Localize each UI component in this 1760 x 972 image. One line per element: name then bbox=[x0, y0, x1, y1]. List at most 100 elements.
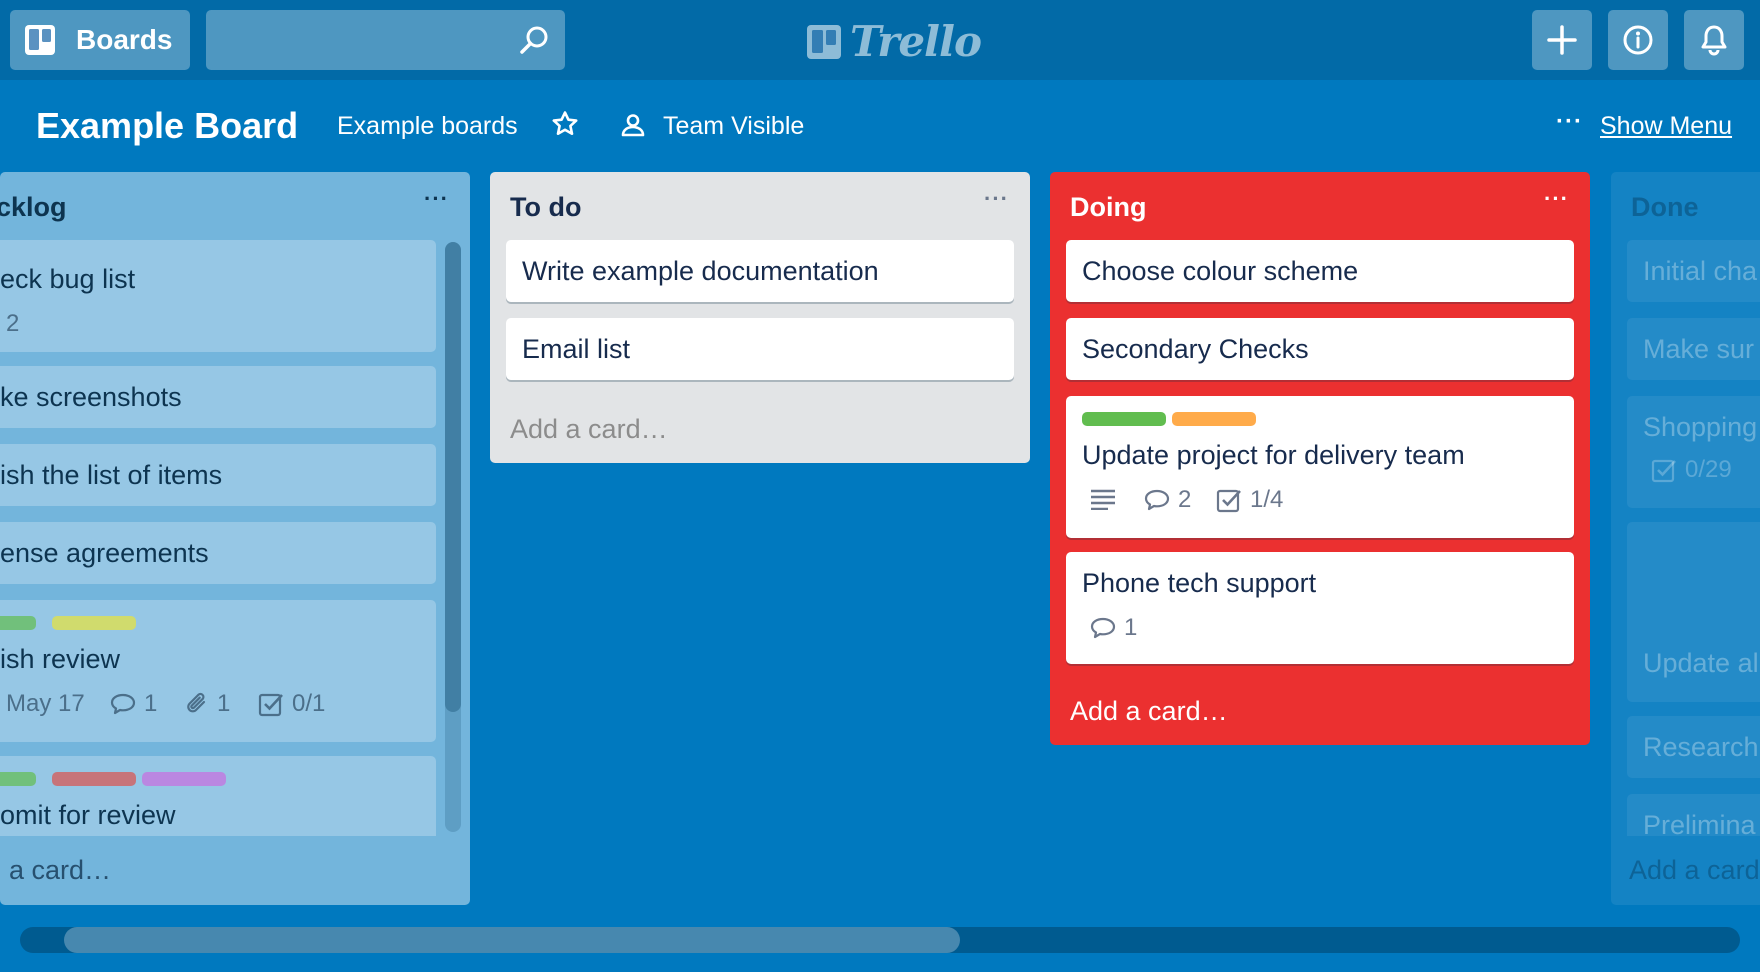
board-scrollbar[interactable] bbox=[20, 927, 1740, 953]
list-scrollbar[interactable] bbox=[445, 242, 461, 832]
list-backlog: cklog ··· eck bug list 2 ke screenshots … bbox=[0, 172, 470, 905]
card-title: ense agreements bbox=[0, 538, 209, 568]
card-attachments-badge: 1 bbox=[185, 690, 230, 718]
card[interactable]: ish the list of items bbox=[0, 444, 436, 506]
board-scrollbar-thumb[interactable] bbox=[64, 927, 960, 953]
board-title[interactable]: Example Board bbox=[36, 105, 298, 147]
trello-logo-icon bbox=[807, 24, 841, 59]
card[interactable]: ense agreements bbox=[0, 522, 436, 584]
card-due-badge: May 17 bbox=[6, 690, 85, 717]
checklist-icon bbox=[258, 693, 283, 717]
card-title: Update al bbox=[1643, 648, 1759, 678]
visibility-button[interactable]: Team Visible bbox=[663, 112, 804, 141]
menu-dots-icon[interactable]: ··· bbox=[1556, 108, 1583, 136]
card-checklist-count: 0/29 bbox=[1685, 456, 1732, 483]
card-title: Email list bbox=[522, 334, 631, 364]
card[interactable]: Update project for delivery team 2 1/4 bbox=[1066, 396, 1574, 538]
add-card-button[interactable]: a card… bbox=[9, 855, 111, 886]
card-label bbox=[52, 616, 136, 630]
info-button[interactable] bbox=[1608, 10, 1668, 70]
description-icon bbox=[1090, 488, 1124, 510]
card-label bbox=[142, 772, 226, 786]
card-title: Update project for delivery team bbox=[1082, 440, 1465, 470]
card[interactable]: Update al bbox=[1627, 522, 1760, 702]
card-title: Secondary Checks bbox=[1082, 334, 1309, 364]
card-title: Shopping bbox=[1643, 412, 1758, 442]
card-label bbox=[0, 772, 36, 786]
card[interactable]: omit for review bbox=[0, 756, 436, 836]
card[interactable]: Secondary Checks bbox=[1066, 318, 1574, 380]
trello-logo[interactable]: Trello bbox=[806, 17, 982, 66]
list-menu-icon[interactable]: ··· bbox=[984, 186, 1009, 212]
card[interactable]: Phone tech support 1 bbox=[1066, 552, 1574, 664]
comment-icon bbox=[110, 693, 136, 715]
card-checklist-count: 1/4 bbox=[1250, 486, 1284, 513]
card-title: Prelimina bbox=[1643, 810, 1756, 840]
add-card-button[interactable]: Add a card… bbox=[510, 414, 668, 445]
card[interactable]: ke screenshots bbox=[0, 366, 436, 428]
list-done: Done Initial cha Make sur Shopping 0/29 … bbox=[1611, 172, 1760, 905]
show-menu-link[interactable]: Show Menu bbox=[1600, 112, 1732, 141]
checklist-icon bbox=[1651, 459, 1676, 483]
team-link[interactable]: Example boards bbox=[337, 112, 518, 141]
top-bar: Boards Trello bbox=[0, 0, 1760, 80]
card-title: Write example documentation bbox=[522, 256, 879, 286]
comment-icon bbox=[1144, 489, 1170, 511]
card[interactable]: Prelimina bbox=[1627, 794, 1760, 840]
notifications-button[interactable] bbox=[1684, 10, 1744, 70]
card[interactable]: ish review May 17 1 1 0/1 bbox=[0, 600, 436, 742]
list-title[interactable]: Done bbox=[1631, 192, 1699, 223]
info-icon bbox=[1623, 25, 1653, 55]
add-button[interactable] bbox=[1532, 10, 1592, 70]
search-input[interactable] bbox=[206, 10, 565, 70]
list-title[interactable]: cklog bbox=[0, 192, 67, 223]
card-checklist-badge: 1/4 bbox=[1216, 486, 1283, 514]
card-title: Initial cha bbox=[1643, 256, 1758, 286]
boards-button-label: Boards bbox=[76, 24, 173, 55]
card-comments-badge: 1 bbox=[110, 690, 157, 718]
star-icon bbox=[552, 111, 578, 135]
card-checklist-count: 0/1 bbox=[292, 690, 326, 717]
checklist-icon bbox=[1216, 489, 1241, 513]
card[interactable]: eck bug list 2 bbox=[0, 240, 436, 352]
list-title[interactable]: To do bbox=[510, 192, 581, 223]
card[interactable]: Choose colour scheme bbox=[1066, 240, 1574, 302]
card-label bbox=[1172, 412, 1256, 426]
card-title: ish review bbox=[0, 644, 121, 674]
plus-icon bbox=[1547, 25, 1577, 55]
star-button[interactable] bbox=[551, 110, 581, 140]
card-title: eck bug list bbox=[0, 264, 136, 294]
boards-button[interactable]: Boards bbox=[10, 10, 190, 70]
card-title: omit for review bbox=[0, 800, 176, 830]
card[interactable]: Shopping 0/29 bbox=[1627, 396, 1760, 508]
card-checklist-badge: 0/1 bbox=[258, 690, 325, 718]
card[interactable]: Email list bbox=[506, 318, 1014, 380]
card-comments-count: 1 bbox=[1124, 614, 1138, 641]
card[interactable]: Make sur bbox=[1627, 318, 1760, 380]
card-comments-count: 1 bbox=[144, 690, 158, 717]
card[interactable]: Research bbox=[1627, 716, 1760, 778]
card-title: Choose colour scheme bbox=[1082, 256, 1359, 286]
card-attachments-count: 1 bbox=[217, 690, 231, 717]
card-title: Make sur bbox=[1643, 334, 1755, 364]
boards-icon bbox=[24, 24, 56, 56]
list-doing: Doing ··· Choose colour scheme Secondary… bbox=[1050, 172, 1590, 745]
add-card-button[interactable]: Add a card… bbox=[1070, 696, 1228, 727]
card-label bbox=[0, 616, 36, 630]
list-menu-icon[interactable]: ··· bbox=[424, 186, 449, 212]
card[interactable]: Initial cha bbox=[1627, 240, 1760, 302]
paperclip-icon bbox=[187, 692, 206, 713]
list-scrollbar-thumb[interactable] bbox=[445, 242, 461, 712]
trello-logo-text: Trello bbox=[850, 17, 982, 66]
search-icon bbox=[517, 24, 551, 58]
card-comments-badge: 1 bbox=[1090, 614, 1137, 642]
card-title: Phone tech support bbox=[1082, 568, 1317, 598]
team-visible-icon bbox=[620, 112, 646, 138]
list-menu-icon[interactable]: ··· bbox=[1544, 186, 1569, 212]
card[interactable]: Write example documentation bbox=[506, 240, 1014, 302]
add-card-button[interactable]: Add a card bbox=[1629, 855, 1760, 886]
card-title: Research bbox=[1643, 732, 1759, 762]
list-title[interactable]: Doing bbox=[1070, 192, 1146, 223]
card-label bbox=[1082, 412, 1166, 426]
card-label bbox=[52, 772, 136, 786]
